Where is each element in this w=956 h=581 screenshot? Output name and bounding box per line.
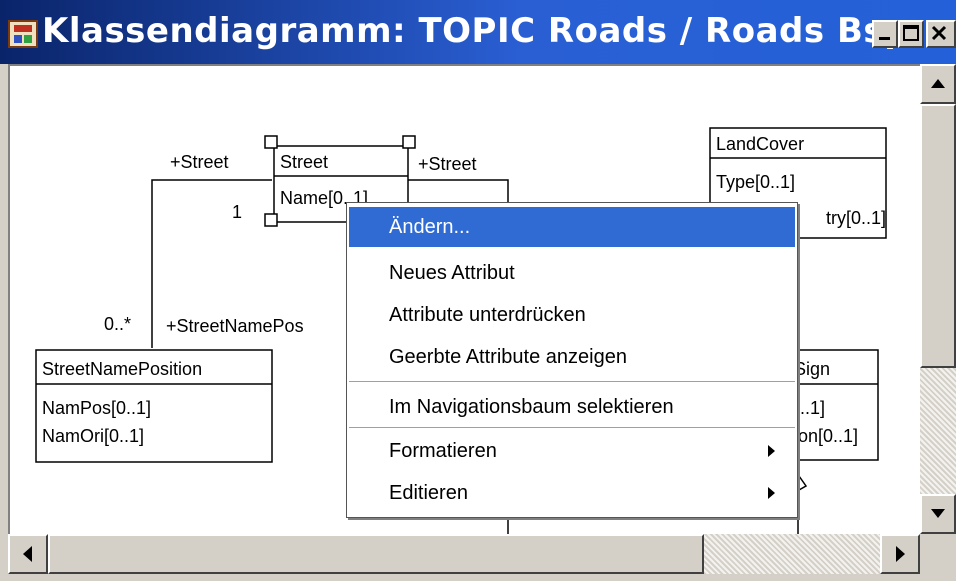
title-bar[interactable]: Klassendiagramm: TOPIC Roads / Roads Bsp… xyxy=(0,0,956,64)
vertical-scroll-thumb[interactable] xyxy=(920,104,956,368)
menu-separator xyxy=(349,381,795,383)
menu-separator xyxy=(349,427,795,429)
role-label: +Street xyxy=(170,152,229,172)
menu-item-aendern[interactable]: Ändern... xyxy=(349,207,795,247)
arrow-up-icon xyxy=(931,79,945,88)
class-name: Sign xyxy=(794,359,830,379)
menu-item-label: Formatieren xyxy=(389,440,497,462)
menu-item-label: Neues Attribut xyxy=(389,262,515,284)
class-name: StreetNamePosition xyxy=(42,359,202,379)
menu-item-editieren[interactable]: Editieren xyxy=(349,473,795,513)
menu-item-navigationsbaum[interactable]: Im Navigationsbaum selektieren xyxy=(349,387,795,427)
class-attribute: NamPos[0..1] xyxy=(42,398,151,418)
scroll-down-button[interactable] xyxy=(920,494,956,534)
scrollbar-corner xyxy=(920,534,956,574)
scroll-up-button[interactable] xyxy=(920,64,956,104)
minimize-icon xyxy=(879,37,890,40)
role-label: +Street xyxy=(418,154,477,174)
class-name: LandCover xyxy=(716,134,804,154)
menu-item-label: Geerbte Attribute anzeigen xyxy=(389,346,627,368)
multiplicity-label: 0..* xyxy=(104,314,131,334)
selection-handle[interactable] xyxy=(402,135,416,149)
menu-item-label: Ändern... xyxy=(389,216,471,238)
arrow-left-icon xyxy=(23,546,32,562)
vertical-scrollbar[interactable] xyxy=(920,64,956,534)
app-icon xyxy=(8,20,38,48)
close-button[interactable] xyxy=(926,20,956,48)
context-menu: Ändern... Neues Attribut Attribute unter… xyxy=(346,202,798,518)
horizontal-scroll-thumb[interactable] xyxy=(48,534,704,574)
menu-item-geerbte-attribute[interactable]: Geerbte Attribute anzeigen xyxy=(349,337,795,377)
window-title: Klassendiagramm: TOPIC Roads / Roads Bsp… xyxy=(42,11,923,51)
scroll-left-button[interactable] xyxy=(8,534,48,574)
menu-item-label: Attribute unterdrücken xyxy=(389,304,586,326)
submenu-arrow-icon xyxy=(768,487,775,499)
class-attribute: ..1] xyxy=(800,398,825,418)
scroll-right-button[interactable] xyxy=(880,534,920,574)
class-attribute: NamOri[0..1] xyxy=(42,426,144,446)
diagram-window: Klassendiagramm: TOPIC Roads / Roads Bsp… xyxy=(0,0,956,581)
class-name: Street xyxy=(280,152,328,172)
menu-item-label: Im Navigationsbaum selektieren xyxy=(389,396,674,418)
selection-handle[interactable] xyxy=(264,135,278,149)
multiplicity-label: 1 xyxy=(232,202,242,222)
arrow-right-icon xyxy=(896,546,905,562)
class-attribute: Type[0..1] xyxy=(716,172,795,192)
minimize-button[interactable] xyxy=(872,20,898,48)
arrow-down-icon xyxy=(931,509,945,518)
submenu-arrow-icon xyxy=(768,445,775,457)
close-icon xyxy=(931,25,947,41)
vertical-scroll-track[interactable] xyxy=(920,368,956,494)
menu-item-attribute-unterdruecken[interactable]: Attribute unterdrücken xyxy=(349,295,795,335)
horizontal-scrollbar[interactable] xyxy=(8,534,920,574)
menu-item-formatieren[interactable]: Formatieren xyxy=(349,431,795,471)
menu-item-neues-attribut[interactable]: Neues Attribut xyxy=(349,253,795,293)
menu-item-label: Editieren xyxy=(389,482,468,504)
class-attribute: try[0..1] xyxy=(826,208,886,228)
class-streetnameposition[interactable]: StreetNamePosition NamPos[0..1] NamOri[0… xyxy=(35,349,273,463)
horizontal-scroll-track[interactable] xyxy=(704,534,880,574)
maximize-button[interactable] xyxy=(898,20,924,48)
role-label: +StreetNamePos xyxy=(166,316,304,336)
class-attribute: on[0..1] xyxy=(798,426,858,446)
maximize-icon xyxy=(903,25,919,41)
selection-handle[interactable] xyxy=(264,213,278,227)
